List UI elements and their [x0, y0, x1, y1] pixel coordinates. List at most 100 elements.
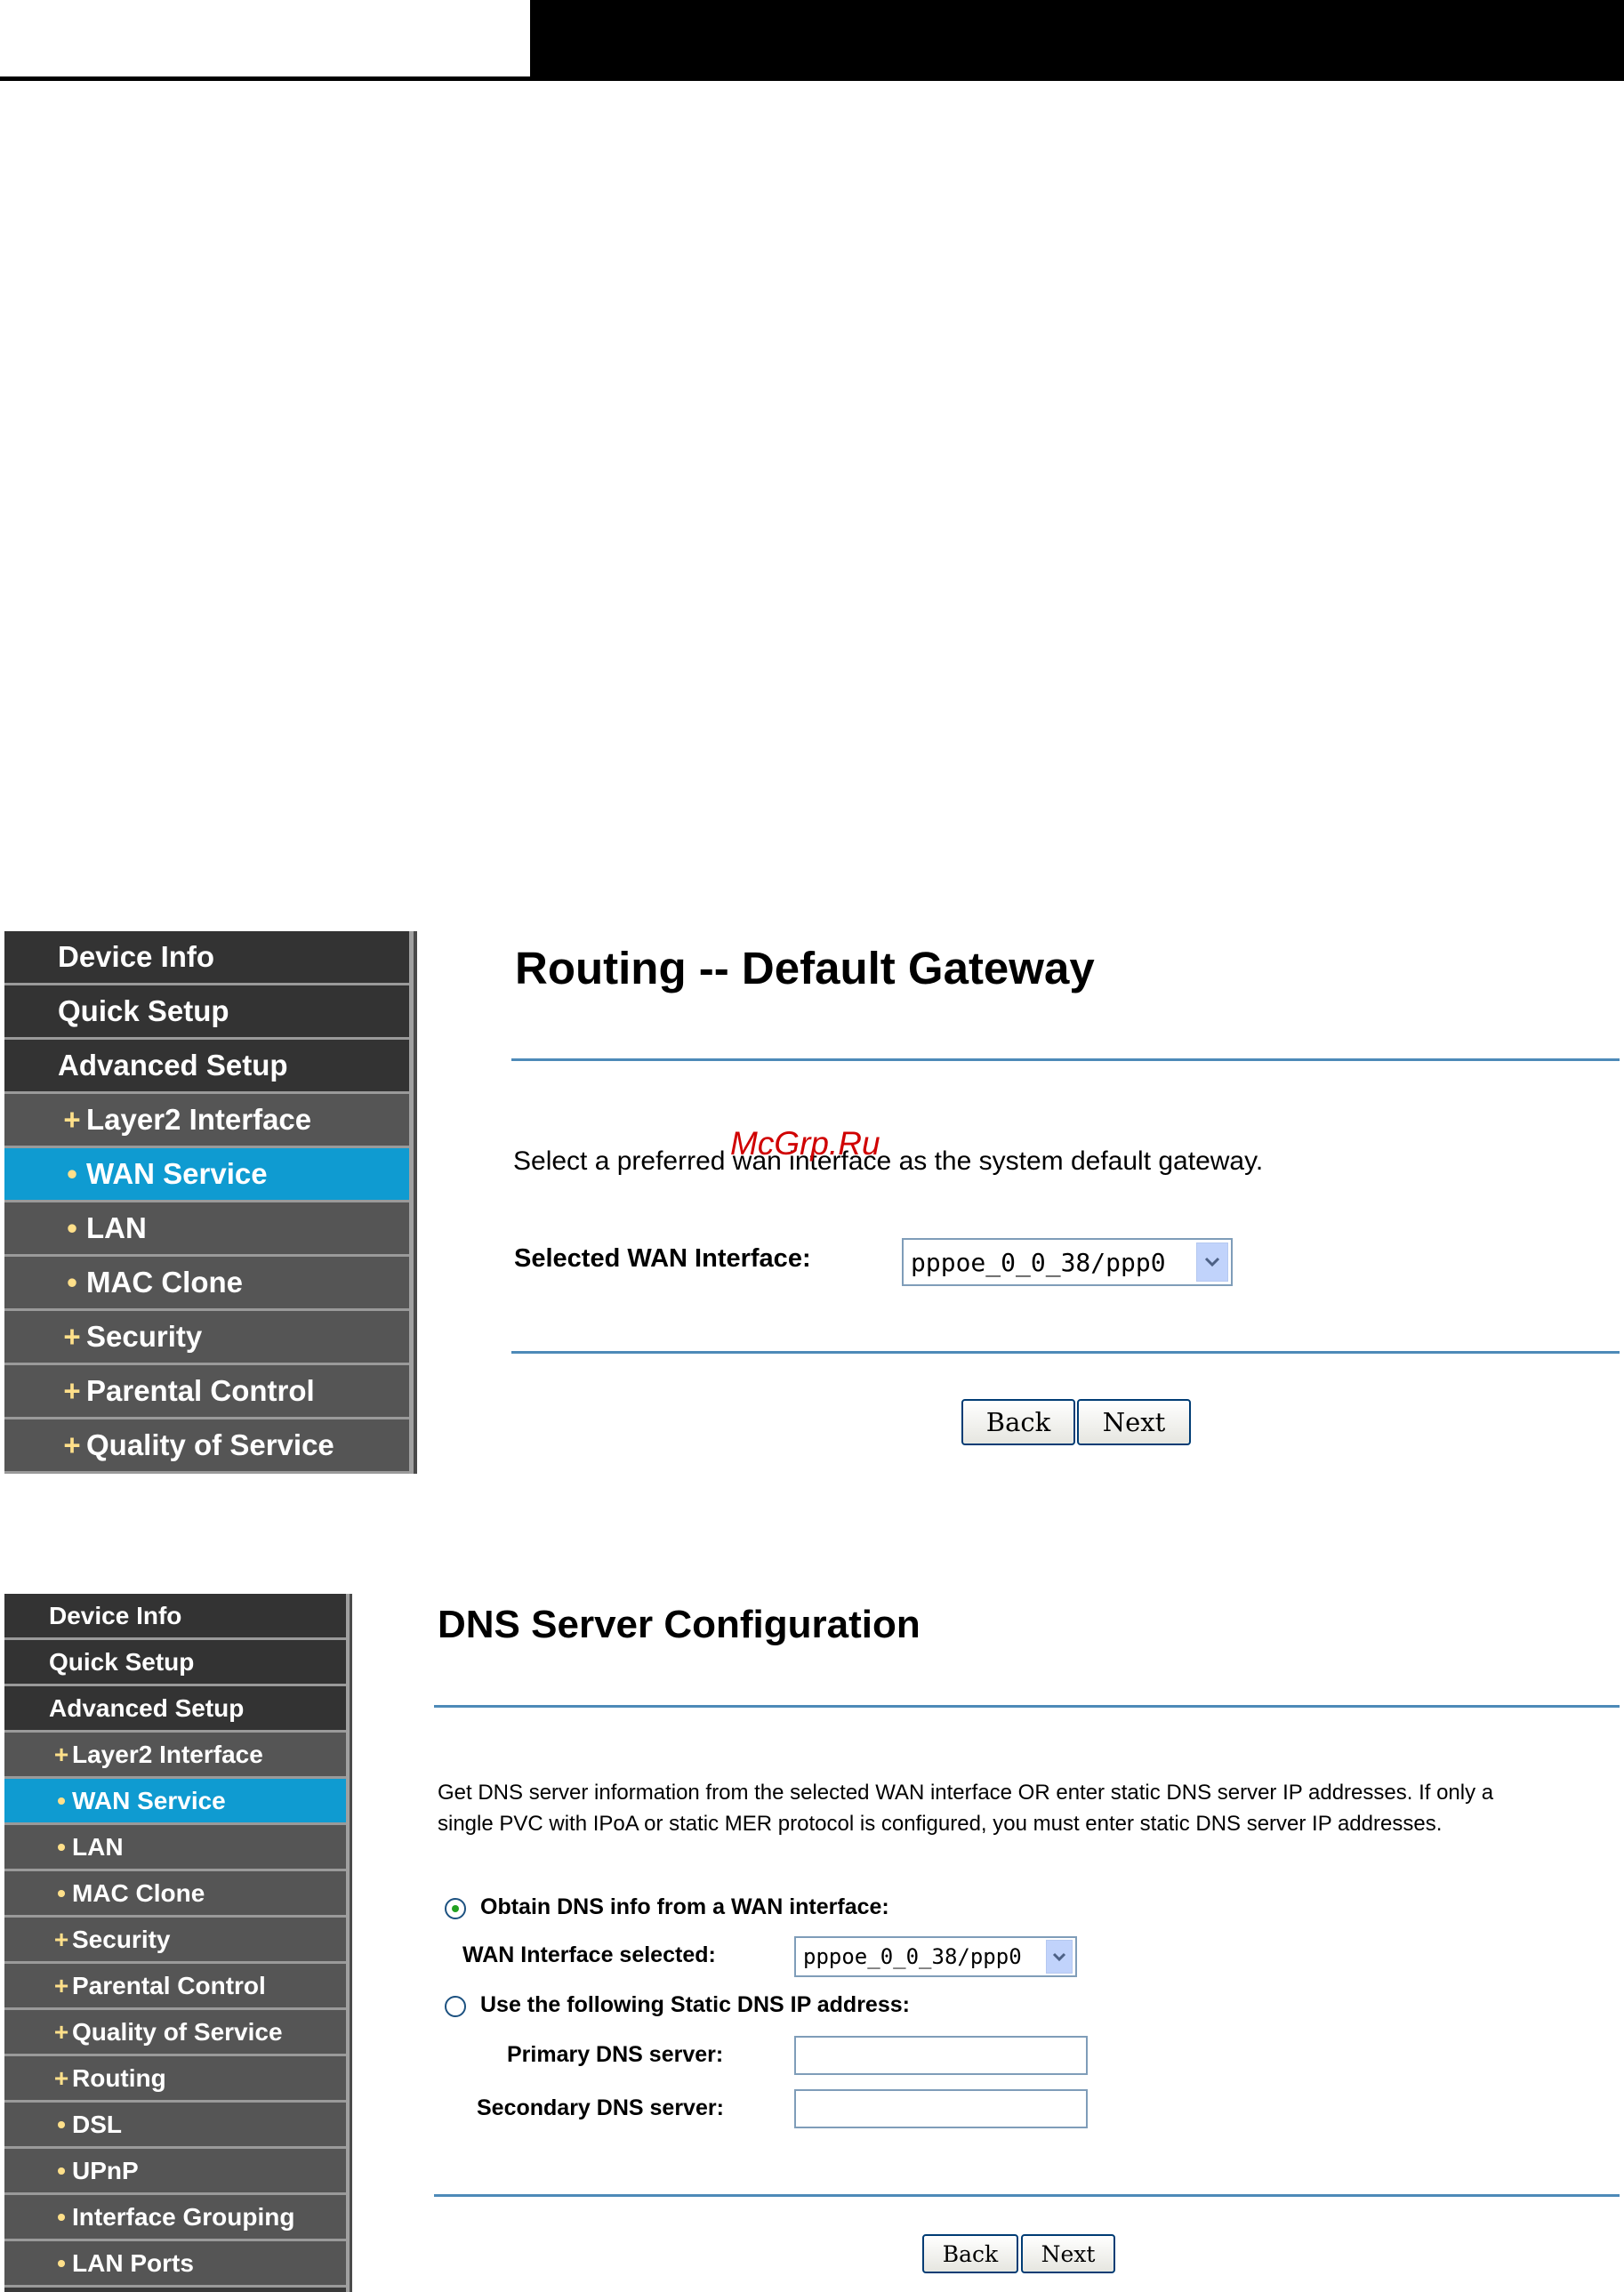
sidebar-item-label: Quality of Service: [72, 2017, 283, 2046]
dns-wan-interface-select-value: pppoe_0_0_38/ppp0: [803, 1944, 1022, 1969]
chevron-down-icon[interactable]: [1046, 1940, 1073, 1974]
back-button[interactable]: Back: [922, 2234, 1018, 2273]
plus-icon: +: [53, 1740, 69, 1768]
sidebar-item-label: Parental Control: [72, 1971, 266, 1999]
form-divider: [434, 2194, 1620, 2197]
sidebar-item-device-info[interactable]: Device Info: [4, 931, 409, 985]
sidebar-item-lan[interactable]: • LAN: [4, 1825, 346, 1871]
sidebar-item-layer2-interface[interactable]: + Layer2 Interface: [4, 1094, 409, 1148]
static-dns-label: Use the following Static DNS IP address:: [480, 1992, 910, 2017]
sidebar-item-dsl[interactable]: • DSL: [4, 2103, 346, 2149]
wan-interface-select[interactable]: pppoe_0_0_38/ppp0: [902, 1238, 1233, 1286]
bullet-icon: •: [57, 2248, 66, 2277]
sidebar-item-security[interactable]: + Security: [4, 1311, 409, 1365]
dns-wan-interface-select[interactable]: pppoe_0_0_38/ppp0: [794, 1936, 1077, 1977]
sidebar-item-label: Interface Grouping: [72, 2202, 295, 2231]
obtain-dns-label: Obtain DNS info from a WAN interface:: [480, 1894, 889, 1919]
sidebar-item-quality-of-service[interactable]: + Quality of Service: [4, 1419, 409, 1474]
page-title: Routing -- Default Gateway: [515, 943, 1095, 993]
title-divider: [511, 1058, 1620, 1061]
sidebar-item-label: MAC Clone: [86, 1266, 243, 1299]
bullet-icon: •: [67, 1266, 77, 1299]
sidebar-item-routing[interactable]: + Routing: [4, 2056, 346, 2103]
sidebar-item-lan[interactable]: • LAN: [4, 1202, 409, 1257]
watermark-text: McGrp.Ru: [730, 1125, 880, 1162]
sidebar-item-device-info[interactable]: Device Info: [4, 1594, 346, 1640]
sidebar-item-parental-control[interactable]: + Parental Control: [4, 1964, 346, 2010]
title-divider: [434, 1705, 1620, 1708]
routing-panel-screenshot: Device Info Quick Setup Advanced Setup + Lay…: [4, 931, 1620, 1474]
sidebar-item-label: Security: [86, 1320, 203, 1353]
plus-icon: +: [53, 2017, 69, 2046]
chevron-down-icon[interactable]: [1196, 1243, 1228, 1282]
sidebar-item-mac-clone[interactable]: • MAC Clone: [4, 1257, 409, 1311]
sidebar-item-upnp[interactable]: • UPnP: [4, 2149, 346, 2195]
bullet-icon: •: [67, 1211, 77, 1244]
secondary-dns-label: Secondary DNS server:: [477, 2095, 724, 2120]
sidebar-item-quick-setup[interactable]: Quick Setup: [4, 1640, 346, 1686]
sidebar-item-mac-clone[interactable]: • MAC Clone: [4, 1871, 346, 1918]
sidebar-item-label: WAN Service: [72, 1786, 226, 1814]
sidebar-item-label: Quick Setup: [58, 994, 229, 1027]
primary-dns-label: Primary DNS server:: [507, 2042, 724, 2067]
primary-dns-input[interactable]: [794, 2036, 1088, 2075]
page-description-line2: single PVC with IPoA or static MER proto…: [438, 1812, 1443, 1836]
bullet-icon: •: [57, 1878, 66, 1907]
sidebar-item-label: DSL: [72, 2110, 122, 2138]
radio-checked-dot: [452, 1905, 459, 1912]
sidebar-item-label: Routing: [72, 2063, 166, 2092]
sidebar-item-label: Parental Control: [86, 1374, 315, 1407]
plus-icon: +: [53, 1971, 69, 1999]
back-button[interactable]: Back: [961, 1399, 1075, 1445]
wan-interface-selected-label: WAN Interface selected:: [462, 1942, 716, 1967]
sidebar-item-label: LAN: [86, 1211, 147, 1244]
sidebar-menu: Device Info Quick Setup Advanced Setup + Lay…: [4, 931, 409, 1474]
sidebar-item-lan-ports[interactable]: • LAN Ports: [4, 2241, 346, 2288]
static-dns-radio[interactable]: [445, 1996, 466, 2017]
sidebar-item-wan-service[interactable]: • WAN Service: [4, 1148, 409, 1202]
next-button[interactable]: Next: [1021, 2234, 1115, 2273]
sidebar-item-label: LAN: [72, 1832, 124, 1861]
sidebar-item-label: Quality of Service: [86, 1428, 334, 1461]
page-description-line1: Get DNS server information from the sele…: [438, 1781, 1494, 1805]
form-divider: [511, 1351, 1620, 1354]
secondary-dns-input[interactable]: [794, 2089, 1088, 2128]
plus-icon: +: [53, 1925, 69, 1953]
plus-icon: +: [63, 1374, 81, 1407]
bullet-icon: •: [57, 1786, 66, 1814]
bullet-icon: •: [57, 2110, 66, 2138]
sidebar-item-label: LAN Ports: [72, 2248, 194, 2277]
sidebar-item-layer2-interface[interactable]: + Layer2 Interface: [4, 1733, 346, 1779]
page-header-bar: [530, 0, 1624, 76]
sidebar-item-label: MAC Clone: [72, 1878, 205, 1907]
sidebar-item-label: Advanced Setup: [58, 1049, 288, 1082]
bullet-icon: •: [57, 1832, 66, 1861]
obtain-dns-radio[interactable]: [445, 1898, 466, 1919]
sidebar-item-label: WAN Service: [86, 1157, 268, 1190]
sidebar-item-label: UPnP: [72, 2156, 139, 2184]
sidebar-item-quality-of-service[interactable]: + Quality of Service: [4, 2010, 346, 2056]
sidebar-item-parental-control[interactable]: + Parental Control: [4, 1365, 409, 1419]
sidebar-item-advanced-setup[interactable]: Advanced Setup: [4, 1686, 346, 1733]
plus-icon: +: [53, 2063, 69, 2092]
sidebar-item-label: Layer2 Interface: [86, 1103, 312, 1136]
sidebar-item-interface-grouping[interactable]: • Interface Grouping: [4, 2195, 346, 2241]
page-header-rule: [0, 76, 1624, 81]
sidebar-item-label: Quick Setup: [49, 1647, 195, 1676]
sidebar-item-label: Advanced Setup: [49, 1693, 245, 1722]
sidebar-item-label: Device Info: [58, 940, 215, 973]
sidebar-item-label: Layer2 Interface: [72, 1740, 263, 1768]
sidebar-item-label: Device Info: [49, 1601, 182, 1629]
main-content: DNS Server Configuration Get DNS server …: [352, 1594, 1620, 2292]
bullet-icon: •: [57, 2202, 66, 2231]
sidebar-item-wan-service[interactable]: • WAN Service: [4, 1779, 346, 1825]
sidebar-item-quick-setup[interactable]: Quick Setup: [4, 985, 409, 1040]
next-button[interactable]: Next: [1077, 1399, 1191, 1445]
page-description: Select a preferred wan interface as the …: [513, 1146, 1264, 1176]
bullet-icon: •: [57, 2156, 66, 2184]
sidebar-item-advanced-setup[interactable]: Advanced Setup: [4, 1040, 409, 1094]
sidebar-item-security[interactable]: + Security: [4, 1918, 346, 1964]
bullet-icon: •: [67, 1157, 77, 1190]
selected-wan-interface-label: Selected WAN Interface:: [514, 1244, 811, 1273]
plus-icon: +: [63, 1103, 81, 1136]
